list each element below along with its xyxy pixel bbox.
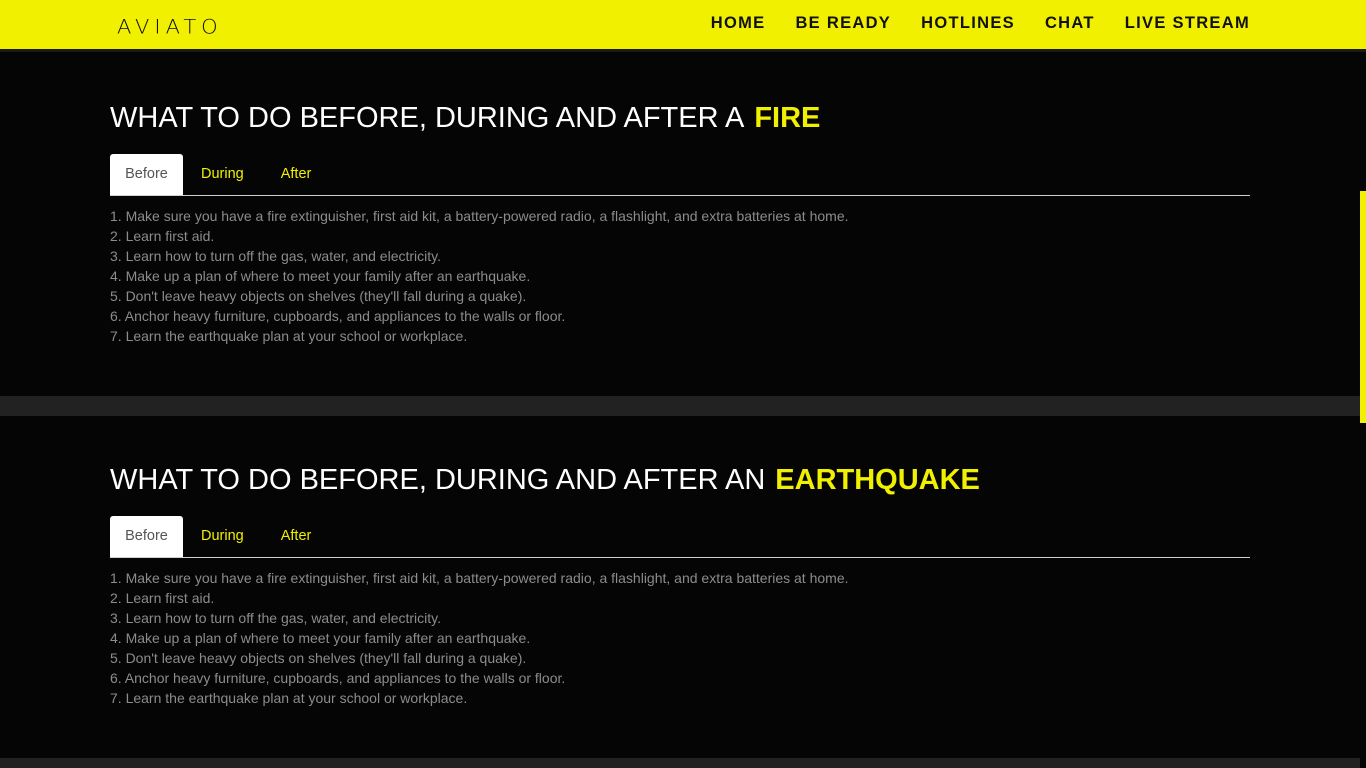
list-item: 7. Learn the earthquake plan at your sch… bbox=[110, 328, 468, 344]
section-divider bbox=[0, 396, 1360, 416]
nav-chat[interactable]: CHAT bbox=[1045, 14, 1095, 33]
list-item: 3. Learn how to turn off the gas, water,… bbox=[110, 610, 442, 626]
list-item: 7. Learn the earthquake plan at your sch… bbox=[110, 690, 468, 706]
section-title: WHAT TO DO BEFORE, DURING AND AFTER AN EA… bbox=[110, 464, 980, 497]
list-item: 3. Learn how to turn off the gas, water,… bbox=[110, 248, 442, 264]
tab-before[interactable]: Before bbox=[110, 154, 183, 195]
list-item: 1. Make sure you have a fire extinguishe… bbox=[110, 570, 849, 586]
tab-after[interactable]: After bbox=[264, 154, 329, 195]
nav-hotlines[interactable]: HOTLINES bbox=[921, 14, 1015, 33]
tab-bar: Before During After bbox=[110, 154, 1250, 196]
fire-section: WHAT TO DO BEFORE, DURING AND AFTER A FIR… bbox=[0, 52, 1360, 396]
section-title: WHAT TO DO BEFORE, DURING AND AFTER A FIR… bbox=[110, 102, 820, 135]
list-item: 2. Learn first aid. bbox=[110, 228, 215, 244]
scrollbar-thumb[interactable] bbox=[1360, 191, 1366, 423]
section-title-highlight: FIRE bbox=[754, 102, 821, 134]
logo-text: AVIATO bbox=[117, 15, 223, 39]
list-item: 2. Learn first aid. bbox=[110, 590, 215, 606]
list-item: 4. Make up a plan of where to meet your … bbox=[110, 630, 531, 646]
list-item: 4. Make up a plan of where to meet your … bbox=[110, 268, 531, 284]
tab-bar: Before During After bbox=[110, 516, 1250, 558]
tab-during[interactable]: During bbox=[183, 516, 264, 557]
tab-after[interactable]: After bbox=[264, 516, 329, 557]
nav-live-stream[interactable]: LIVE STREAM bbox=[1125, 14, 1250, 33]
section-title-prefix: WHAT TO DO BEFORE, DURING AND AFTER A bbox=[110, 102, 745, 134]
nav-home[interactable]: HOME bbox=[711, 14, 766, 33]
logo[interactable]: AVIATO bbox=[117, 15, 223, 39]
list-item: 6. Anchor heavy furniture, cupboards, an… bbox=[110, 670, 566, 686]
section-divider bbox=[0, 758, 1360, 768]
top-navbar: AVIATO HOME BE READY HOTLINES CHAT LIVE … bbox=[0, 0, 1366, 52]
tab-during[interactable]: During bbox=[183, 154, 264, 195]
list-item: 5. Don't leave heavy objects on shelves … bbox=[110, 650, 527, 666]
list-item: 1. Make sure you have a fire extinguishe… bbox=[110, 208, 849, 224]
list-item: 5. Don't leave heavy objects on shelves … bbox=[110, 288, 527, 304]
nav-be-ready[interactable]: BE READY bbox=[795, 14, 891, 33]
list-item: 6. Anchor heavy furniture, cupboards, an… bbox=[110, 308, 566, 324]
earthquake-section: WHAT TO DO BEFORE, DURING AND AFTER AN EA… bbox=[0, 416, 1360, 758]
section-title-highlight: EARTHQUAKE bbox=[775, 464, 980, 496]
tab-content-list: 1. Make sure you have a fire extinguishe… bbox=[110, 206, 849, 346]
section-title-prefix: WHAT TO DO BEFORE, DURING AND AFTER AN bbox=[110, 464, 766, 496]
tab-before[interactable]: Before bbox=[110, 516, 183, 557]
nav-menu: HOME BE READY HOTLINES CHAT LIVE STREAM bbox=[681, 14, 1250, 33]
tab-content-list: 1. Make sure you have a fire extinguishe… bbox=[110, 568, 849, 708]
